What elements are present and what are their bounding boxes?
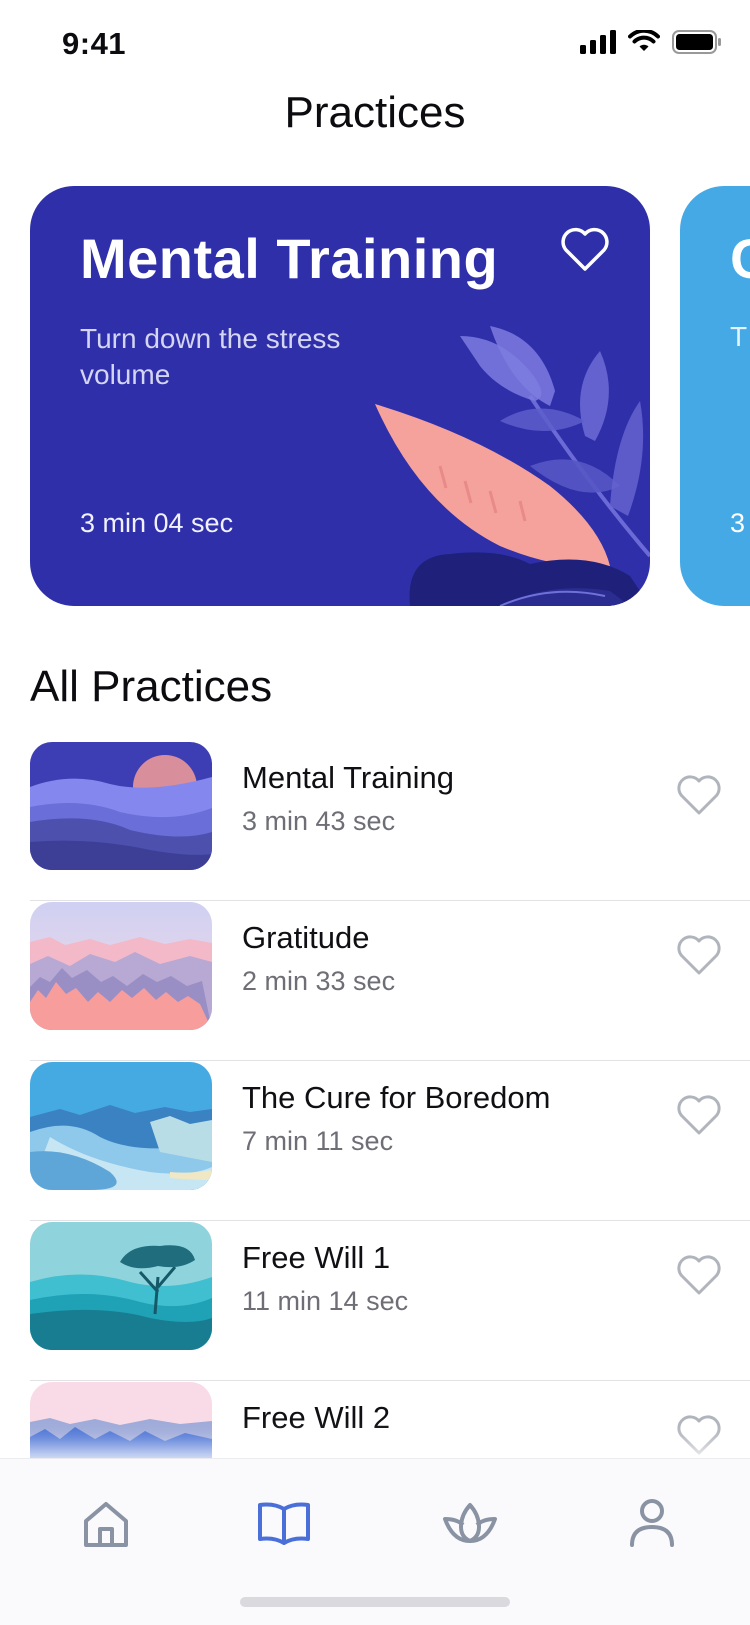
lotus-icon (443, 1503, 497, 1543)
favorite-heart-icon[interactable] (676, 774, 722, 816)
mountain-sunset-thumbnail (30, 742, 212, 870)
tab-profile[interactable] (612, 1483, 692, 1563)
item-title: Gratitude (242, 920, 370, 955)
blue-valley-thumbnail (30, 1062, 212, 1190)
tab-practices[interactable] (244, 1483, 324, 1563)
list-item[interactable]: Mental Training 3 min 43 sec (30, 740, 750, 901)
item-title: Free Will 1 (242, 1240, 391, 1275)
featured-carousel[interactable]: Mental Training Turn down the stress vol… (0, 186, 750, 606)
favorite-heart-icon[interactable] (676, 1094, 722, 1136)
status-time: 9:41 (62, 26, 127, 61)
featured-card[interactable]: Mental Training Turn down the stress vol… (30, 186, 650, 606)
favorite-heart-icon[interactable] (676, 934, 722, 976)
section-title: All Practices (30, 662, 273, 711)
tree-savanna-thumbnail (30, 1222, 212, 1350)
page-title: Practices (284, 88, 466, 137)
list-item[interactable]: Gratitude 2 min 33 sec (30, 900, 750, 1061)
item-title: Mental Training (242, 760, 454, 795)
item-duration: 11 min 14 sec (242, 1286, 409, 1316)
wifi-icon (628, 30, 660, 51)
list-item[interactable]: The Cure for Boredom 7 min 11 sec (30, 1060, 750, 1221)
tab-meditate[interactable] (430, 1483, 510, 1563)
item-duration: 2 min 33 sec (242, 966, 396, 996)
featured-title: Mental Training (80, 227, 499, 290)
favorite-heart-icon[interactable] (676, 1254, 722, 1296)
profile-icon (630, 1499, 674, 1547)
item-title: Free Will 2 (242, 1400, 391, 1435)
status-icons (580, 30, 722, 54)
book-icon (258, 1502, 310, 1545)
next-featured-subtitle: T (730, 321, 748, 352)
item-title: The Cure for Boredom (242, 1080, 551, 1115)
next-featured-duration: 3 (730, 508, 746, 538)
home-indicator (240, 1597, 510, 1607)
battery-icon (672, 30, 721, 54)
featured-duration: 3 min 04 sec (80, 508, 234, 538)
favorite-heart-icon[interactable] (676, 1414, 722, 1456)
cellular-signal-icon (580, 30, 616, 54)
home-icon (84, 1502, 128, 1547)
tab-bar (0, 1458, 750, 1625)
featured-subtitle: Turn down the stress volume (80, 323, 341, 390)
next-featured-card[interactable]: C T 3 (680, 186, 750, 606)
item-duration: 3 min 43 sec (242, 806, 396, 836)
tab-home[interactable] (66, 1483, 146, 1563)
status-bar: 9:41 (0, 0, 750, 90)
favorite-heart-icon[interactable] (560, 226, 610, 272)
pink-landscape-thumbnail (30, 902, 212, 1030)
item-duration: 7 min 11 sec (242, 1126, 394, 1156)
list-item[interactable]: Free Will 1 11 min 14 sec (30, 1220, 750, 1381)
next-featured-title: C (730, 226, 750, 291)
